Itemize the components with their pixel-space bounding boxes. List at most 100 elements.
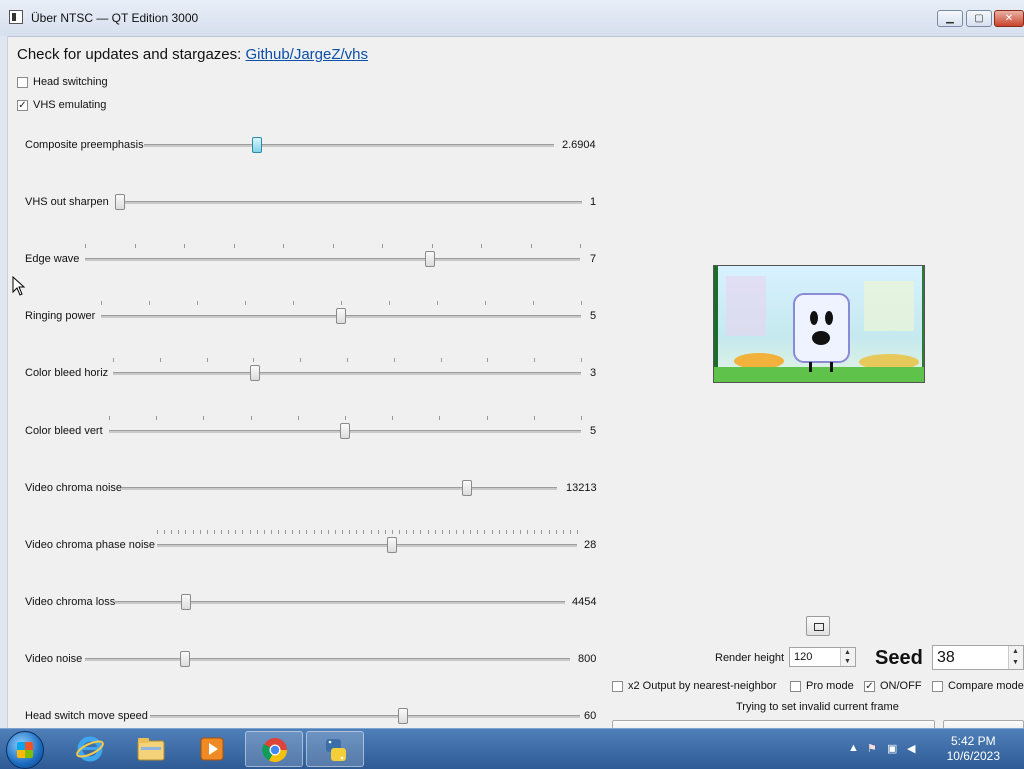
slider-tick xyxy=(392,416,393,420)
slider-tick xyxy=(157,530,158,534)
slider-tick xyxy=(580,244,581,248)
slider-tick xyxy=(171,530,172,534)
github-link[interactable]: Github/JargeZ/vhs xyxy=(245,46,368,63)
slider-track[interactable] xyxy=(113,372,581,375)
vhs-emulating-checkbox[interactable]: ✓ VHS emulating xyxy=(17,99,106,111)
slider-tick xyxy=(314,530,315,534)
seed-value[interactable]: 38 xyxy=(937,649,955,667)
slider-handle[interactable] xyxy=(336,308,346,324)
spin-arrows[interactable]: ▲ ▼ xyxy=(1008,646,1023,669)
checkbox-box[interactable] xyxy=(932,680,943,692)
slider-tick xyxy=(549,530,550,534)
slider-handle[interactable] xyxy=(387,537,397,553)
slider-tick xyxy=(385,530,386,534)
slider-handle[interactable] xyxy=(180,651,190,667)
checkbox-box[interactable] xyxy=(17,76,28,88)
slider-tick xyxy=(85,244,86,248)
spin-up-icon[interactable]: ▲ xyxy=(1012,648,1019,655)
checkbox-label: VHS emulating xyxy=(33,99,107,111)
slider-tick xyxy=(541,530,542,534)
slider-tick xyxy=(420,530,421,534)
taskbar-media-player[interactable] xyxy=(183,731,241,767)
updates-text: Check for updates and stargazes: xyxy=(17,46,242,63)
start-button[interactable] xyxy=(6,731,44,769)
slider-value: 2.6904 xyxy=(562,139,596,151)
clock-time: 5:42 PM xyxy=(950,734,996,748)
spin-down-icon[interactable]: ▼ xyxy=(1012,659,1019,666)
taskbar-python[interactable] xyxy=(306,731,364,767)
folder-icon xyxy=(137,738,165,761)
slider-tick xyxy=(135,244,136,248)
slider-handle[interactable] xyxy=(462,480,472,496)
x2-output-checkbox[interactable]: x2 Output by nearest-neighbor xyxy=(612,680,777,692)
slider-track[interactable] xyxy=(157,544,577,547)
slider-tick xyxy=(306,530,307,534)
onoff-checkbox[interactable]: ✓ ON/OFF xyxy=(864,680,922,692)
slider-tick xyxy=(285,530,286,534)
volume-icon[interactable]: ◀ xyxy=(907,742,915,755)
slider-track[interactable] xyxy=(122,487,557,490)
render-height-value[interactable]: 120 xyxy=(794,651,812,663)
preview-toggle-button[interactable] xyxy=(806,616,830,636)
pro-mode-checkbox[interactable]: Pro mode xyxy=(790,680,854,692)
slider-handle[interactable] xyxy=(398,708,408,724)
slider-handle[interactable] xyxy=(250,365,260,381)
secondary-button[interactable] xyxy=(943,720,1024,728)
action-center-icon[interactable]: ⚑ xyxy=(867,742,877,755)
slider-track[interactable] xyxy=(85,658,570,661)
slider-handle[interactable] xyxy=(252,137,262,153)
checkbox-box[interactable]: ✓ xyxy=(17,99,28,111)
slider-value: 4454 xyxy=(572,596,597,608)
render-height-spinbox[interactable]: 120 ▲ ▼ xyxy=(789,647,856,667)
slider-tick xyxy=(492,530,493,534)
maximize-button[interactable]: ▢ xyxy=(966,10,992,27)
spin-up-icon[interactable]: ▲ xyxy=(844,649,851,656)
compare-mode-checkbox[interactable]: Compare mode xyxy=(932,680,1024,692)
slider-label: Video chroma loss xyxy=(25,596,116,608)
slider-tick xyxy=(392,530,393,534)
network-icon[interactable]: ▣ xyxy=(887,742,897,755)
title-bar[interactable]: Über NTSC — QT Edition 3000 ▁ ▢ ✕ xyxy=(0,0,1024,37)
slider-tick xyxy=(207,358,208,362)
slider-label: Video noise xyxy=(25,653,83,665)
show-hidden-icons-icon[interactable]: ▲ xyxy=(848,742,859,754)
internet-explorer-icon xyxy=(76,736,104,762)
slider-handle[interactable] xyxy=(181,594,191,610)
slider-track[interactable] xyxy=(85,258,580,261)
slider-tick xyxy=(345,416,346,420)
slider-tick xyxy=(487,416,488,420)
minimize-button[interactable]: ▁ xyxy=(937,10,963,27)
slider-track[interactable] xyxy=(150,715,580,718)
checkbox-box[interactable] xyxy=(790,680,801,692)
checkbox-label: Head switching xyxy=(33,76,108,88)
slider-tick xyxy=(506,530,507,534)
open-file-button[interactable] xyxy=(612,720,935,728)
slider-tick xyxy=(413,530,414,534)
slider-track[interactable] xyxy=(115,201,582,204)
spin-arrows[interactable]: ▲ ▼ xyxy=(840,648,855,666)
slider-tick xyxy=(149,301,150,305)
slider-tick xyxy=(156,416,157,420)
taskbar-windows-explorer[interactable] xyxy=(122,731,180,767)
checkbox-box[interactable]: ✓ xyxy=(864,680,875,692)
seed-spinbox[interactable]: 38 ▲ ▼ xyxy=(932,645,1024,670)
updates-line: Check for updates and stargazes: Github/… xyxy=(17,46,368,63)
slider-handle[interactable] xyxy=(425,251,435,267)
slider-tick xyxy=(298,416,299,420)
spin-down-icon[interactable]: ▼ xyxy=(844,658,851,665)
close-button[interactable]: ✕ xyxy=(994,10,1024,27)
slider-tick xyxy=(463,530,464,534)
checkbox-box[interactable] xyxy=(612,680,623,692)
checkbox-label: ON/OFF xyxy=(880,680,922,692)
slider-tick xyxy=(435,530,436,534)
taskbar-internet-explorer[interactable] xyxy=(61,731,119,767)
slider-value: 5 xyxy=(590,425,597,437)
clock[interactable]: 5:42 PM 10/6/2023 xyxy=(947,734,1000,764)
slider-track[interactable] xyxy=(144,144,554,147)
taskbar-chrome[interactable] xyxy=(245,731,303,767)
slider-handle[interactable] xyxy=(340,423,350,439)
slider-tick xyxy=(481,244,482,248)
head-switching-checkbox[interactable]: Head switching xyxy=(17,76,108,88)
slider-tick xyxy=(278,530,279,534)
slider-handle[interactable] xyxy=(115,194,125,210)
